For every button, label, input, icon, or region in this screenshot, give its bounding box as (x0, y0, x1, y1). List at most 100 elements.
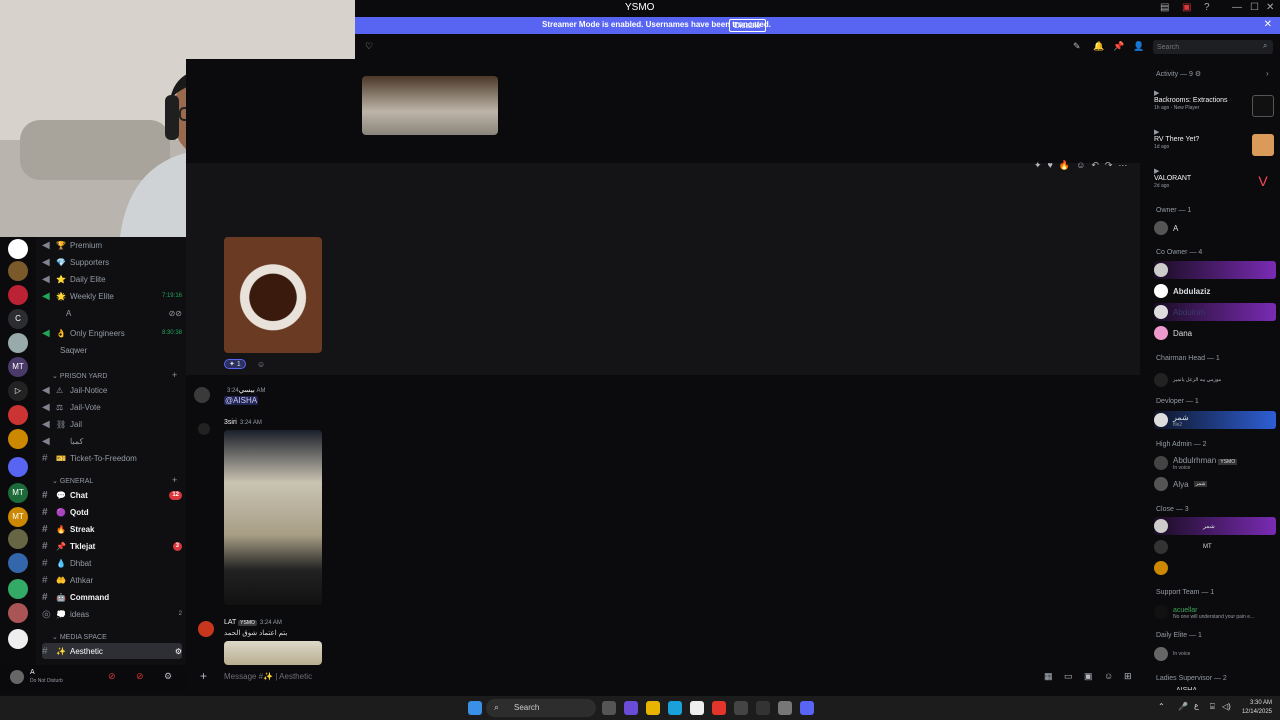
channel-jail[interactable]: ◀ ⛓ Jail (42, 416, 182, 432)
reaction-chip[interactable]: ✦ 1 (224, 359, 246, 369)
member-item[interactable]: MT (1154, 538, 1276, 556)
avatar[interactable] (198, 423, 210, 435)
close-banner-icon[interactable]: ✕ (1264, 19, 1272, 30)
capcut-icon[interactable] (756, 701, 770, 715)
member-item[interactable]: Dana (1154, 324, 1276, 342)
channel-qotd[interactable]: # 🟣 Qotd (42, 504, 182, 520)
author-name[interactable]: 3siri (224, 419, 237, 426)
minimize-button[interactable]: — (1232, 2, 1242, 13)
message-image[interactable] (224, 641, 322, 665)
gift-icon[interactable]: ▦ (1044, 671, 1053, 682)
server-icon[interactable] (8, 285, 28, 305)
chevron-up-icon[interactable]: ⌃ (1158, 702, 1165, 711)
channel-premium[interactable]: ◀ 🏆 Premium (42, 237, 182, 253)
member-item[interactable]: In voice (1154, 645, 1276, 663)
task-view-icon[interactable] (602, 701, 616, 715)
member-item[interactable]: acuellar No one will understand your pain… (1154, 603, 1276, 621)
category-general[interactable]: ⌄ GENERAL (52, 477, 93, 485)
server-icon[interactable] (8, 405, 28, 425)
server-icon[interactable] (8, 603, 28, 623)
category-prison-yard[interactable]: ⌄ PRISON YARD (52, 372, 107, 380)
avatar[interactable] (10, 670, 24, 684)
avatar[interactable] (198, 621, 214, 637)
channel-jail-vote[interactable]: ◀ ⚖ Jail-Vote (42, 399, 182, 415)
server-icon[interactable] (8, 529, 28, 549)
reply-icon[interactable]: ↶ (1091, 160, 1099, 171)
category-media-space[interactable]: ⌄ MEDIA SPACE (52, 633, 107, 641)
chevron-right-icon[interactable]: › (1266, 69, 1269, 78)
activity-card[interactable]: ▶ VALORANT 2d ago V (1154, 167, 1276, 201)
server-icon[interactable]: MT (8, 507, 28, 527)
member-name[interactable]: AISHA (1176, 687, 1197, 690)
message-image[interactable] (224, 237, 322, 353)
member-item[interactable]: موزمي يبه الزعل يانمير (1154, 371, 1276, 389)
pin-icon[interactable]: 📌 (1113, 41, 1124, 52)
user-settings-icon[interactable]: ⚙ (164, 671, 172, 682)
channel-ticket-to-freedom[interactable]: # 🎫 Ticket-To-Freedom (42, 450, 182, 466)
server-icon[interactable] (8, 261, 28, 281)
activity-card[interactable]: ▶ Backrooms: Extractions 1h ago · New Play… (1154, 89, 1276, 123)
server-icon[interactable]: ▷ (8, 381, 28, 401)
message-image[interactable] (362, 76, 498, 135)
store-icon[interactable] (690, 701, 704, 715)
gif-icon[interactable]: ▭ (1064, 671, 1073, 682)
server-icon[interactable] (8, 629, 28, 649)
file-explorer-icon[interactable] (646, 701, 660, 715)
member-item[interactable]: Abdulaziz (1154, 282, 1276, 300)
channel-dhbat[interactable]: # 💧 Dhbat (42, 555, 182, 571)
add-reaction-icon[interactable]: ☺ (257, 360, 265, 369)
server-icon[interactable] (8, 579, 28, 599)
app-icon[interactable] (734, 701, 748, 715)
search-input[interactable] (1153, 40, 1273, 54)
channel-tklejat[interactable]: # 📌 Tklejat 3 (42, 538, 182, 554)
server-icon[interactable] (8, 457, 28, 477)
member-item[interactable] (1154, 261, 1276, 279)
voice-user[interactable]: Saqwer (60, 342, 180, 358)
voice-user[interactable]: A ⊘⊘ (66, 305, 182, 321)
forward-icon[interactable]: ↷ (1105, 160, 1113, 171)
user-mention[interactable]: @AISHA (224, 396, 259, 405)
bell-icon[interactable]: 🔔 (1093, 41, 1104, 52)
sticker-icon[interactable]: ▣ (1084, 671, 1093, 682)
react-icon[interactable]: ✦ (1034, 160, 1042, 171)
emoji-icon[interactable]: ☺ (1104, 671, 1113, 681)
channel-daily-elite[interactable]: ◀ ⭐ Daily Elite (42, 271, 182, 287)
mic-icon[interactable]: 🎤 (1178, 702, 1188, 711)
server-icon[interactable] (8, 553, 28, 573)
taskbar-search[interactable]: Search (486, 699, 596, 717)
fire-icon[interactable]: 🔥 (1059, 160, 1070, 171)
maximize-button[interactable]: ☐ (1250, 2, 1259, 13)
help-icon[interactable]: ? (1204, 2, 1210, 13)
server-icon[interactable]: MT (8, 357, 28, 377)
alert-icon[interactable]: ▣ (1182, 2, 1191, 13)
channel-ideas[interactable]: ◎ 💭 ideas 2 (42, 606, 182, 622)
avatar[interactable] (194, 387, 210, 403)
settings-gear-icon[interactable]: ⚙ (175, 647, 182, 656)
discord-icon[interactable] (800, 701, 814, 715)
member-item[interactable]: Abdulrah (1154, 303, 1276, 321)
apps-icon[interactable]: ⊞ (1124, 671, 1132, 682)
activity-card[interactable]: ▶ RV There Yet? 1d ago (1154, 128, 1276, 162)
member-item[interactable]: A (1154, 219, 1276, 237)
channel-command[interactable]: # 🤖 Command (42, 589, 182, 605)
volume-icon[interactable]: ◁) (1222, 702, 1231, 711)
member-item[interactable]: شمر file2 (1154, 411, 1276, 429)
channel-supporters[interactable]: ◀ 💎 Supporters (42, 254, 182, 270)
author-name[interactable]: LAT (224, 619, 236, 626)
windows-start-icon[interactable] (468, 701, 482, 715)
language-indicator[interactable]: ع (1194, 701, 1199, 710)
more-icon[interactable]: ⋯ (1118, 160, 1127, 171)
heart-icon[interactable]: ♥ (1048, 160, 1053, 171)
system-clock[interactable]: 3:30 AM 12/14/2025 (1242, 699, 1272, 717)
edge-browser-icon[interactable] (668, 701, 682, 715)
member-item[interactable] (1154, 559, 1276, 577)
author-name[interactable]: بيسي (239, 387, 255, 394)
headset-muted-icon[interactable]: ⊘ (136, 671, 144, 682)
brave-browser-icon[interactable] (712, 701, 726, 715)
close-window-button[interactable]: ✕ (1266, 2, 1274, 13)
channel-kamba[interactable]: ◀ کمبا (42, 433, 182, 449)
add-reaction-icon[interactable]: ☺ (1076, 160, 1085, 171)
channel-streak[interactable]: # 🔥 Streak (42, 521, 182, 537)
mic-muted-icon[interactable]: ⊘ (108, 671, 116, 682)
server-icon[interactable] (8, 239, 28, 259)
